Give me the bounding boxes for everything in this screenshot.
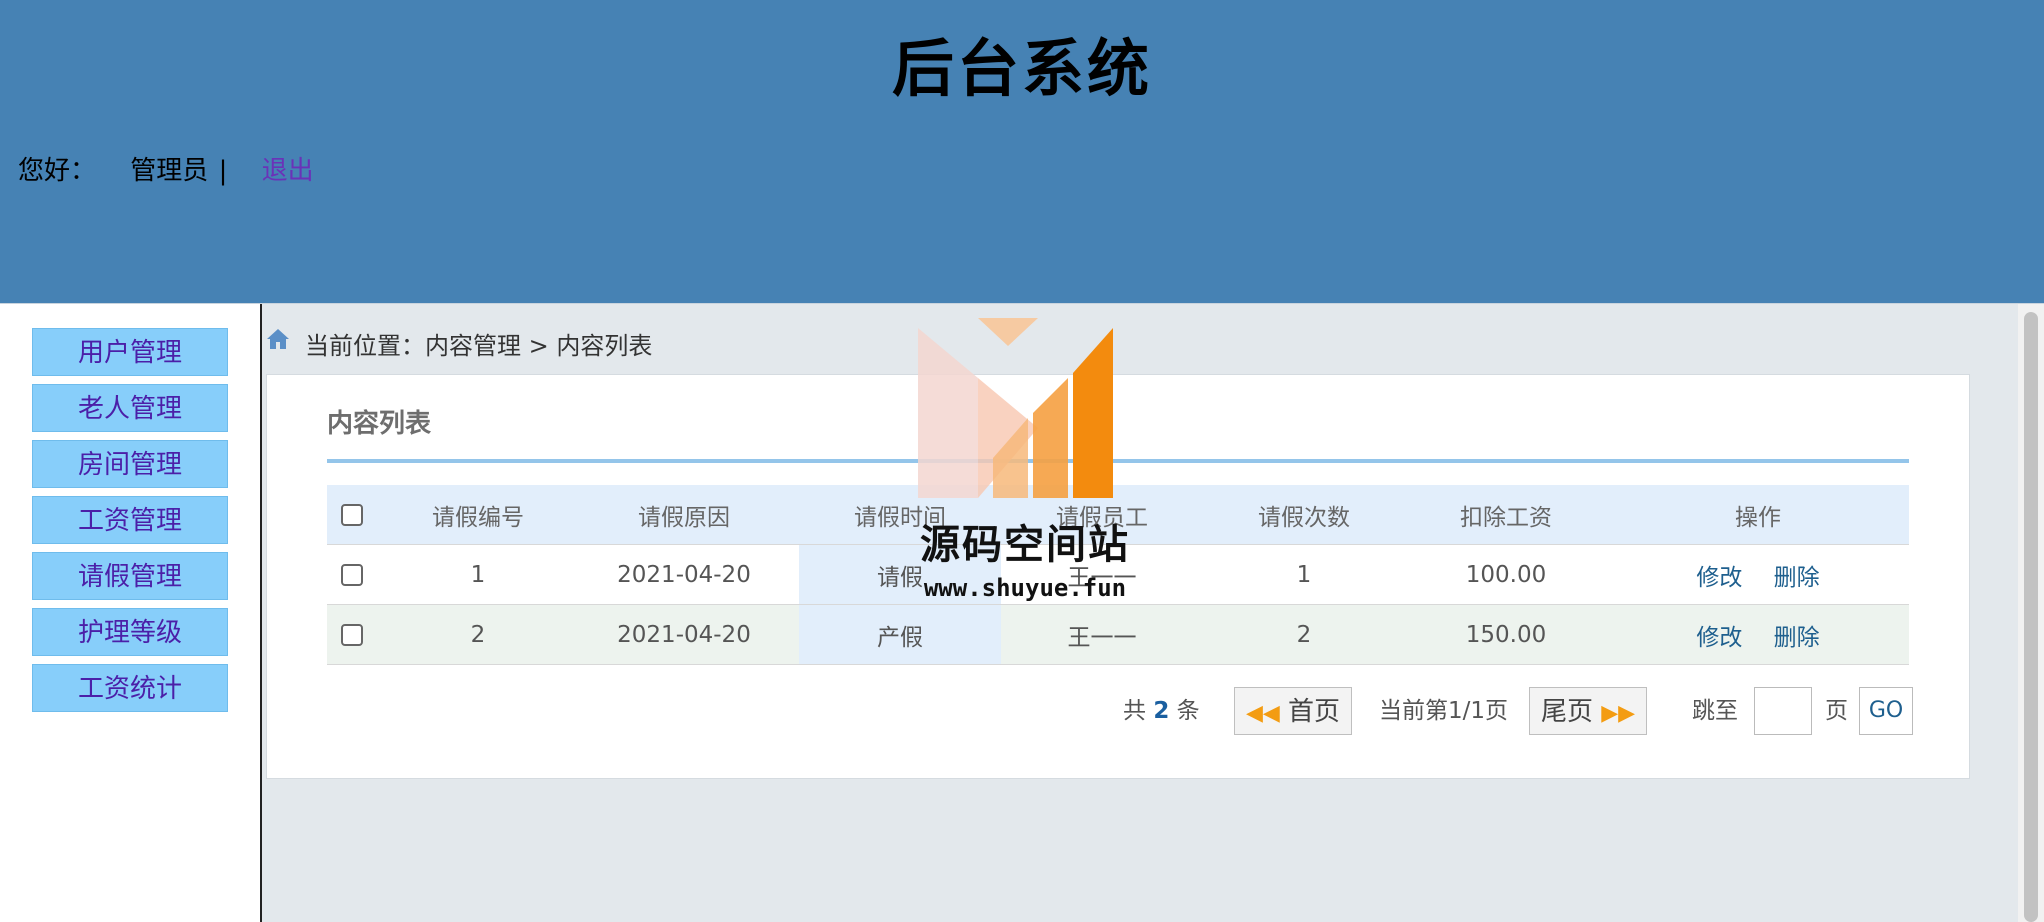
cell-count: 1 <box>1203 544 1405 605</box>
watermark: 源码空间站 www.shuyue.fun <box>900 318 1200 608</box>
select-all-checkbox[interactable] <box>341 504 363 526</box>
column-header: 扣除工资 <box>1405 485 1607 545</box>
cell-reason: 2021-04-20 <box>569 544 799 605</box>
home-icon <box>267 329 289 349</box>
cell-id: 2 <box>387 604 569 665</box>
column-header: 请假次数 <box>1203 485 1405 545</box>
cell-deduction: 150.00 <box>1405 604 1607 665</box>
column-header: 请假编号 <box>387 485 569 545</box>
total-suffix: 条 <box>1176 698 1200 724</box>
select-all-cell <box>327 485 387 545</box>
row-checkbox[interactable] <box>341 624 363 646</box>
row-select-cell <box>327 544 387 605</box>
cell-employee: 王一一 <box>1001 604 1203 665</box>
cell-count: 2 <box>1203 604 1405 665</box>
breadcrumb-text: 当前位置：内容管理 > 内容列表 <box>305 332 653 360</box>
vertical-scrollbar[interactable] <box>2018 304 2044 922</box>
pagination: 共 2 条 ◀◀ 首页 当前第1/1页 尾页 ▶▶ 跳至 页 GO <box>267 687 1969 739</box>
page-label: 页 <box>1825 698 1848 724</box>
sidebar: 用户管理 老人管理 房间管理 工资管理 请假管理 护理等级 工资统计 <box>0 304 262 922</box>
sidebar-item-leave-management[interactable]: 请假管理 <box>32 552 228 600</box>
sidebar-item-user-management[interactable]: 用户管理 <box>32 328 228 376</box>
cell-actions: 修改 删除 <box>1607 604 1909 665</box>
cell-actions: 修改 删除 <box>1607 544 1909 605</box>
separator: | <box>218 156 228 186</box>
sidebar-item-care-level[interactable]: 护理等级 <box>32 608 228 656</box>
site-title: 后台系统 <box>891 32 1152 105</box>
sidebar-item-salary-management[interactable]: 工资管理 <box>32 496 228 544</box>
sidebar-item-elder-management[interactable]: 老人管理 <box>32 384 228 432</box>
jump-label: 跳至 <box>1692 698 1738 724</box>
total-count-text: 共 2 条 <box>1123 687 1200 735</box>
jump-page-input[interactable] <box>1754 687 1812 735</box>
last-page-label: 尾页 <box>1540 697 1593 727</box>
go-button[interactable]: GO <box>1859 687 1913 735</box>
total-count: 2 <box>1153 698 1170 724</box>
total-prefix: 共 <box>1123 698 1146 724</box>
table-row: 2 2021-04-20 产假 王一一 2 150.00 修改 删除 <box>327 604 1909 665</box>
row-select-cell <box>327 604 387 665</box>
greeting-label: 您好： <box>18 156 97 186</box>
cell-id: 1 <box>387 544 569 605</box>
cell-reason: 2021-04-20 <box>569 604 799 665</box>
card-title: 内容列表 <box>327 409 432 439</box>
column-header: 请假原因 <box>569 485 799 545</box>
first-page-button[interactable]: ◀◀ 首页 <box>1234 687 1352 735</box>
current-page-text: 当前第1/1页 <box>1379 698 1509 724</box>
column-header: 操作 <box>1607 485 1909 545</box>
bar-chart-logo-icon <box>918 318 1113 498</box>
row-checkbox[interactable] <box>341 564 363 586</box>
first-page-label: 首页 <box>1288 697 1341 727</box>
sidebar-item-room-management[interactable]: 房间管理 <box>32 440 228 488</box>
last-page-button[interactable]: 尾页 ▶▶ <box>1529 687 1647 735</box>
logout-link[interactable]: 退出 <box>262 150 314 187</box>
double-left-arrow-icon: ◀◀ <box>1245 701 1280 726</box>
cell-deduction: 100.00 <box>1405 544 1607 605</box>
delete-link[interactable]: 删除 <box>1774 625 1820 651</box>
watermark-url: www.shuyue.fun <box>923 574 1127 602</box>
delete-link[interactable]: 删除 <box>1774 565 1820 591</box>
username: 管理员 <box>130 156 209 186</box>
header: 后台系统 您好： 管理员 | 退出 <box>0 0 2044 304</box>
sidebar-item-salary-statistics[interactable]: 工资统计 <box>32 664 228 712</box>
greeting-bar: 您好： 管理员 | 退出 <box>18 150 314 187</box>
edit-link[interactable]: 修改 <box>1696 565 1742 591</box>
cell-time: 产假 <box>799 604 1001 665</box>
edit-link[interactable]: 修改 <box>1696 625 1742 651</box>
watermark-title: 源码空间站 <box>920 522 1130 568</box>
scrollbar-thumb[interactable] <box>2024 312 2038 922</box>
double-right-arrow-icon: ▶▶ <box>1601 701 1636 726</box>
